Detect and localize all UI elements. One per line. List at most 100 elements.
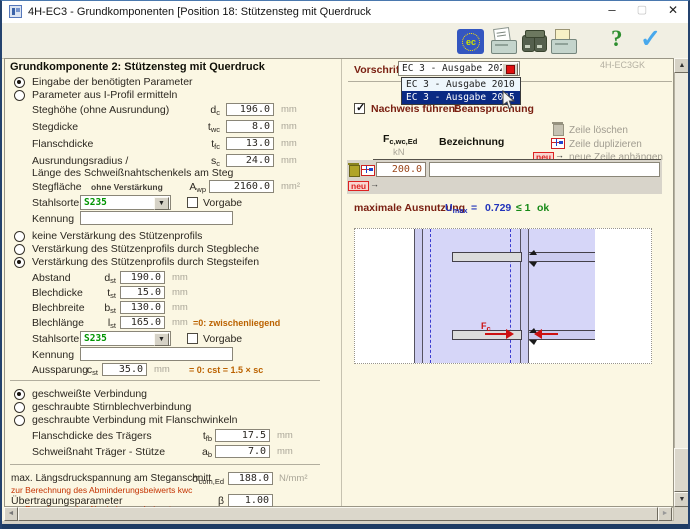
radio-eingabe-parameter[interactable] — [14, 77, 25, 88]
beta-field[interactable]: 1.00 — [228, 494, 273, 507]
horizontal-scroll-thumb[interactable] — [18, 507, 658, 521]
toolbar: ec ? ✓ — [2, 23, 688, 59]
chevron-down-icon[interactable]: ▼ — [154, 333, 169, 346]
delete-row-icon[interactable] — [553, 124, 564, 136]
stegflaeche-field[interactable]: 2160.0 — [209, 180, 274, 193]
chevron-down-icon[interactable]: ▼ — [154, 197, 169, 210]
param-label: Kennung — [32, 349, 74, 361]
vertical-scroll-thumb[interactable] — [674, 448, 690, 492]
print-icon[interactable] — [551, 28, 577, 54]
joint-figure: Fc — [354, 228, 652, 364]
help-button[interactable]: ? — [611, 26, 623, 52]
param-symbol: tfc — [152, 138, 220, 151]
stiffener-top — [452, 252, 522, 262]
row-delete-icon[interactable] — [349, 165, 360, 177]
param-symbol: sc — [152, 155, 220, 168]
kennung-input-2[interactable] — [80, 347, 233, 361]
separator — [10, 464, 320, 465]
param-label: Stahlsorte — [32, 197, 79, 209]
stahlsorte-select-2[interactable]: S235 ▼ — [80, 331, 171, 346]
schweissnaht-field[interactable]: 7.0 — [215, 445, 270, 458]
scroll-right-button[interactable]: ► — [658, 507, 672, 521]
separator — [10, 380, 320, 381]
abstand-field[interactable]: 190.0 — [120, 271, 165, 284]
param-symbol: twc — [152, 121, 220, 134]
param-unit: mm — [172, 317, 188, 328]
blechlaenge-field[interactable]: 165.0 — [120, 316, 165, 329]
scroll-left-button[interactable]: ◄ — [4, 507, 18, 521]
sigma-field[interactable]: 188.0 — [228, 472, 273, 485]
column-flange-left — [414, 229, 423, 363]
force-value-field[interactable]: 200.0 — [376, 162, 426, 177]
vorgabe-checkbox-2[interactable] — [187, 333, 198, 344]
param-unit: mm — [281, 155, 297, 166]
param-label: Stegfläche — [32, 181, 82, 193]
aussparung-field[interactable]: 35.0 — [102, 363, 147, 376]
force-column-header: Fc,wc,Ed — [383, 133, 417, 146]
nachweis-checkbox[interactable] — [354, 103, 365, 114]
close-button[interactable]: ✕ — [660, 3, 686, 21]
param-unit: mm — [277, 430, 293, 441]
duplicate-row-icon[interactable] — [551, 138, 565, 149]
param-symbol: ab — [152, 446, 212, 459]
kennung-input-1[interactable] — [80, 211, 233, 225]
window-title: 4H-EC3 - Grundkomponenten [Position 18: … — [28, 6, 371, 18]
search-binoculars-icon[interactable] — [521, 29, 548, 54]
radio-stegbleche[interactable] — [14, 244, 25, 255]
param-footnote: zur Berechnung des Abminderungsbeiwerts … — [11, 485, 192, 495]
param-unit: mm — [172, 287, 188, 298]
app-icon — [9, 5, 22, 18]
param-symbol: tst — [60, 287, 116, 300]
param-label: Flanschdicke des Trägers — [32, 430, 152, 442]
param-symbol: dc — [152, 104, 220, 117]
result-status: ok — [537, 202, 549, 214]
append-row-button[interactable]: neu — [348, 181, 369, 191]
ec-standard-button[interactable]: ec — [457, 29, 484, 54]
module-badge: 4H-EC3GK — [600, 60, 645, 70]
stahlsorte-select-1[interactable]: S235 ▼ — [80, 195, 171, 210]
stegdicke-field[interactable]: 8.0 — [226, 120, 274, 133]
scroll-up-button[interactable]: ▲ — [674, 58, 690, 73]
radio-label: Parameter aus I-Profil ermitteln — [32, 89, 177, 101]
radio-label: Verstärkung des Stützenprofils durch Ste… — [32, 256, 259, 268]
scroll-down-button[interactable]: ▼ — [674, 492, 690, 507]
print-document-icon[interactable] — [491, 28, 517, 54]
radio-stirnblech[interactable] — [14, 402, 25, 413]
flanschdicke-field[interactable]: 13.0 — [226, 137, 274, 150]
maximize-button[interactable]: ▢ — [630, 3, 654, 21]
minimize-button[interactable]: – — [600, 2, 624, 20]
param-label: Schweißnaht Träger - Stütze — [32, 446, 165, 458]
red-led-icon — [506, 65, 515, 74]
vorschrift-combobox[interactable]: EC 3 - Ausgabe 2025 — [398, 61, 520, 76]
weld-icon — [529, 262, 537, 270]
radio-label: geschraubte Stirnblechverbindung — [32, 401, 191, 413]
vorgabe-checkbox-1[interactable] — [187, 197, 198, 208]
window-border-bottom — [2, 524, 688, 529]
blechbreite-field[interactable]: 130.0 — [120, 301, 165, 314]
radio-iprofil-ermitteln[interactable] — [14, 90, 25, 101]
param-symbol: dst — [60, 272, 116, 285]
param-label: Stahlsorte — [32, 333, 79, 345]
traeger-flanschdicke-field[interactable]: 17.5 — [215, 429, 270, 442]
bezeichnung-input[interactable] — [429, 162, 660, 177]
vertical-scrollbar[interactable] — [674, 58, 690, 507]
blechdicke-field[interactable]: 15.0 — [120, 286, 165, 299]
radio-geschweisst[interactable] — [14, 389, 25, 400]
ausrundungsradius-field[interactable]: 24.0 — [226, 154, 274, 167]
result-limit: ≤ 1 — [516, 202, 531, 214]
delete-row-label: Zeile löschen — [569, 125, 628, 136]
row-duplicate-icon[interactable] — [361, 165, 375, 176]
radio-flanschwinkel[interactable] — [14, 415, 25, 426]
confirm-button[interactable]: ✓ — [640, 24, 661, 54]
param-symbol: tfb — [152, 430, 212, 443]
param-unit: mm — [172, 302, 188, 313]
radio-keine-verstaerkung[interactable] — [14, 231, 25, 242]
param-symbol: cst — [44, 364, 98, 377]
steghoehe-field[interactable]: 196.0 — [226, 103, 274, 116]
vorschrift-dropdown-button[interactable] — [502, 63, 518, 76]
mouse-cursor — [502, 90, 516, 110]
param-note: =0: zwischenliegend — [193, 318, 280, 328]
param-label-line2: Länge des Schweißnahtschenkels am Steg — [32, 167, 233, 179]
param-unit: mm² — [281, 181, 300, 192]
radio-stegsteifen[interactable] — [14, 257, 25, 268]
